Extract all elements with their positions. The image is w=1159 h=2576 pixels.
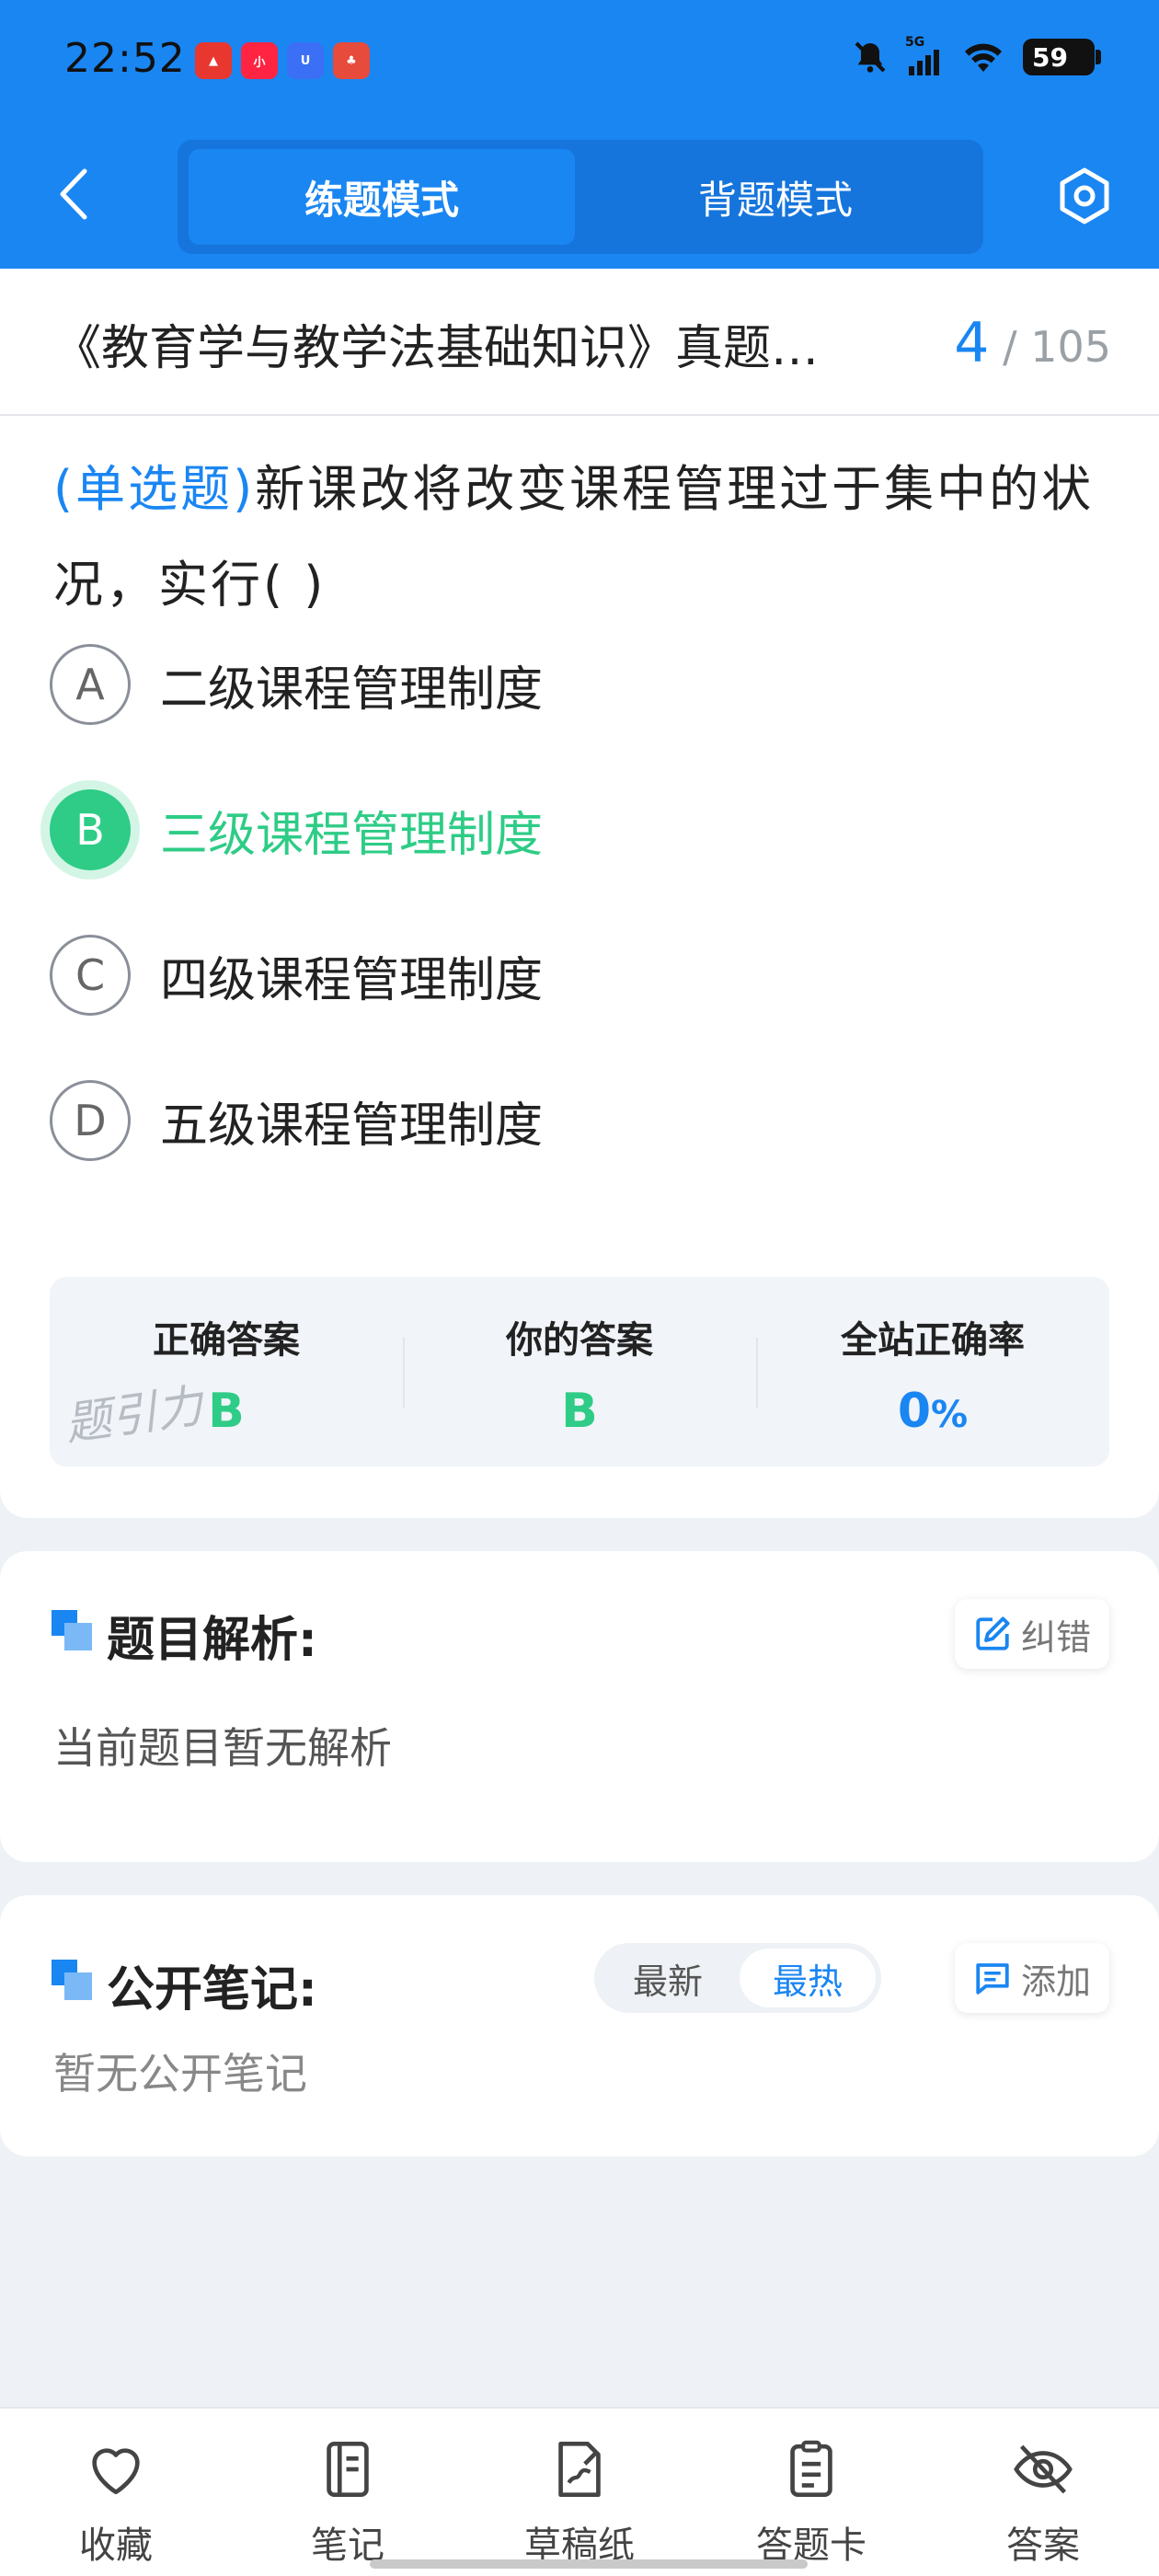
nav-draft-paper[interactable]: 草稿纸 (497, 2434, 662, 2569)
analysis-card: 题目解析: 纠错 当前题目暂无解析 (0, 1551, 1159, 1862)
heart-icon (81, 2434, 151, 2504)
counter-separator: / (1003, 322, 1017, 372)
notes-card: 公开笔记: 最新 最热 添加 暂无公开笔记 (0, 1895, 1159, 2156)
top-bar: 22:52 ▲ 小 U ♣ 5G 59 练题模式 背题模式 (0, 0, 1159, 269)
notebook-icon (313, 2434, 383, 2504)
status-app-icons: ▲ 小 U ♣ (195, 42, 370, 79)
nav-answer-card[interactable]: 答题卡 (729, 2434, 894, 2569)
option-text: 二级课程管理制度 (160, 661, 544, 718)
hexagon-settings-icon (1060, 167, 1109, 224)
question-header: 《教育学与教学法基础知识》真题… 4 / 105 (0, 269, 1159, 416)
app-a-icon: ▲ (195, 42, 232, 79)
option-letter: C (50, 935, 131, 1016)
notes-sort-toggle: 最新 最热 (594, 1943, 881, 2013)
section-square-icon (52, 1610, 92, 1650)
question-type: (单选题) (53, 460, 256, 518)
accuracy-number: 0 (897, 1384, 932, 1439)
option-text: 三级课程管理制度 (160, 807, 544, 863)
settings-button[interactable] (1050, 162, 1119, 230)
question-counter: 4 / 105 (954, 311, 1111, 375)
sort-hottest-button[interactable]: 最热 (740, 1949, 876, 2007)
correct-answer-label: 正确答案 (153, 1319, 300, 1362)
add-note-button[interactable]: 添加 (954, 1943, 1109, 2013)
option-a[interactable]: A 二级课程管理制度 (50, 640, 1061, 729)
total-questions: 105 (1030, 322, 1111, 372)
option-text: 四级课程管理制度 (160, 952, 544, 1008)
accuracy-label: 全站正确率 (841, 1319, 1025, 1362)
your-answer-section: 你的答案 B (403, 1277, 756, 1466)
battery-icon: 59 (1023, 39, 1101, 75)
paper-title[interactable]: 《教育学与教学法基础知识》真题… (53, 309, 918, 378)
nav-show-answer[interactable]: 答案 (960, 2434, 1126, 2569)
option-d[interactable]: D 五级课程管理制度 (50, 1076, 1061, 1165)
home-indicator[interactable] (370, 2559, 808, 2569)
accuracy-unit: % (931, 1394, 969, 1436)
notes-body: 暂无公开笔记 (53, 2049, 307, 2099)
answer-card-icon (776, 2434, 846, 2504)
your-answer-value: B (561, 1384, 598, 1439)
report-error-label: 纠错 (1020, 1616, 1091, 1658)
option-text: 五级课程管理制度 (160, 1098, 544, 1154)
sort-newest-button[interactable]: 最新 (600, 1949, 736, 2007)
nav-label: 收藏 (79, 2524, 153, 2567)
chevron-left-icon (60, 168, 87, 220)
section-square-icon (52, 1960, 92, 2000)
option-b[interactable]: B 三级课程管理制度 (50, 786, 1061, 874)
xiaohongshu-icon: 小 (241, 42, 278, 79)
watermark: 题引力 (62, 1378, 206, 1452)
question-card: 《教育学与教学法基础知识》真题… 4 / 105 (单选题)新课改将改变课程管理… (0, 269, 1159, 1518)
current-question-number: 4 (954, 311, 990, 375)
nav-favorite[interactable]: 收藏 (33, 2434, 199, 2569)
notes-title: 公开笔记: (107, 1962, 317, 2018)
your-answer-label: 你的答案 (506, 1319, 653, 1362)
bottom-nav: 收藏 笔记 草稿纸 答题卡 答案 (0, 2407, 1159, 2576)
comment-icon (976, 1963, 1009, 1995)
edit-icon (976, 1616, 1010, 1650)
option-c[interactable]: C 四级课程管理制度 (50, 931, 1061, 1019)
app-u-icon: U (287, 42, 324, 79)
mute-bell-icon (855, 41, 886, 73)
option-letter: D (50, 1080, 131, 1161)
signal-icon: 5G (905, 35, 944, 75)
nav-label: 答案 (1006, 2524, 1080, 2567)
status-time: 22:52 (64, 35, 186, 82)
back-button[interactable] (50, 162, 96, 226)
draft-paper-icon (545, 2434, 614, 2504)
mode-tabs: 练题模式 背题模式 (178, 140, 983, 254)
add-note-label: 添加 (1020, 1961, 1091, 2002)
status-indicators: 5G 59 (852, 35, 1101, 75)
answer-summary: 正确答案 B 题引力 你的答案 B 全站正确率 0% (50, 1277, 1109, 1466)
accuracy-section: 全站正确率 0% (756, 1277, 1109, 1466)
tab-memorize-mode[interactable]: 背题模式 (582, 149, 969, 245)
correct-answer-section: 正确答案 B 题引力 (50, 1277, 403, 1466)
nav-notes[interactable]: 笔记 (265, 2434, 430, 2569)
question-text-block: (单选题)新课改将改变课程管理过于集中的状况，实行( ) (53, 442, 1111, 633)
accuracy-value: 0% (756, 1384, 1109, 1439)
option-letter: B (50, 789, 131, 870)
eye-off-icon (1008, 2434, 1078, 2504)
analysis-title: 题目解析: (107, 1613, 317, 1668)
report-error-button[interactable]: 纠错 (954, 1599, 1109, 1669)
tab-practice-mode[interactable]: 练题模式 (189, 149, 575, 245)
option-letter: A (50, 644, 131, 725)
wifi-icon (965, 43, 1002, 72)
analysis-body: 当前题目暂无解析 (53, 1723, 392, 1773)
app-game-icon: ♣ (333, 42, 370, 79)
